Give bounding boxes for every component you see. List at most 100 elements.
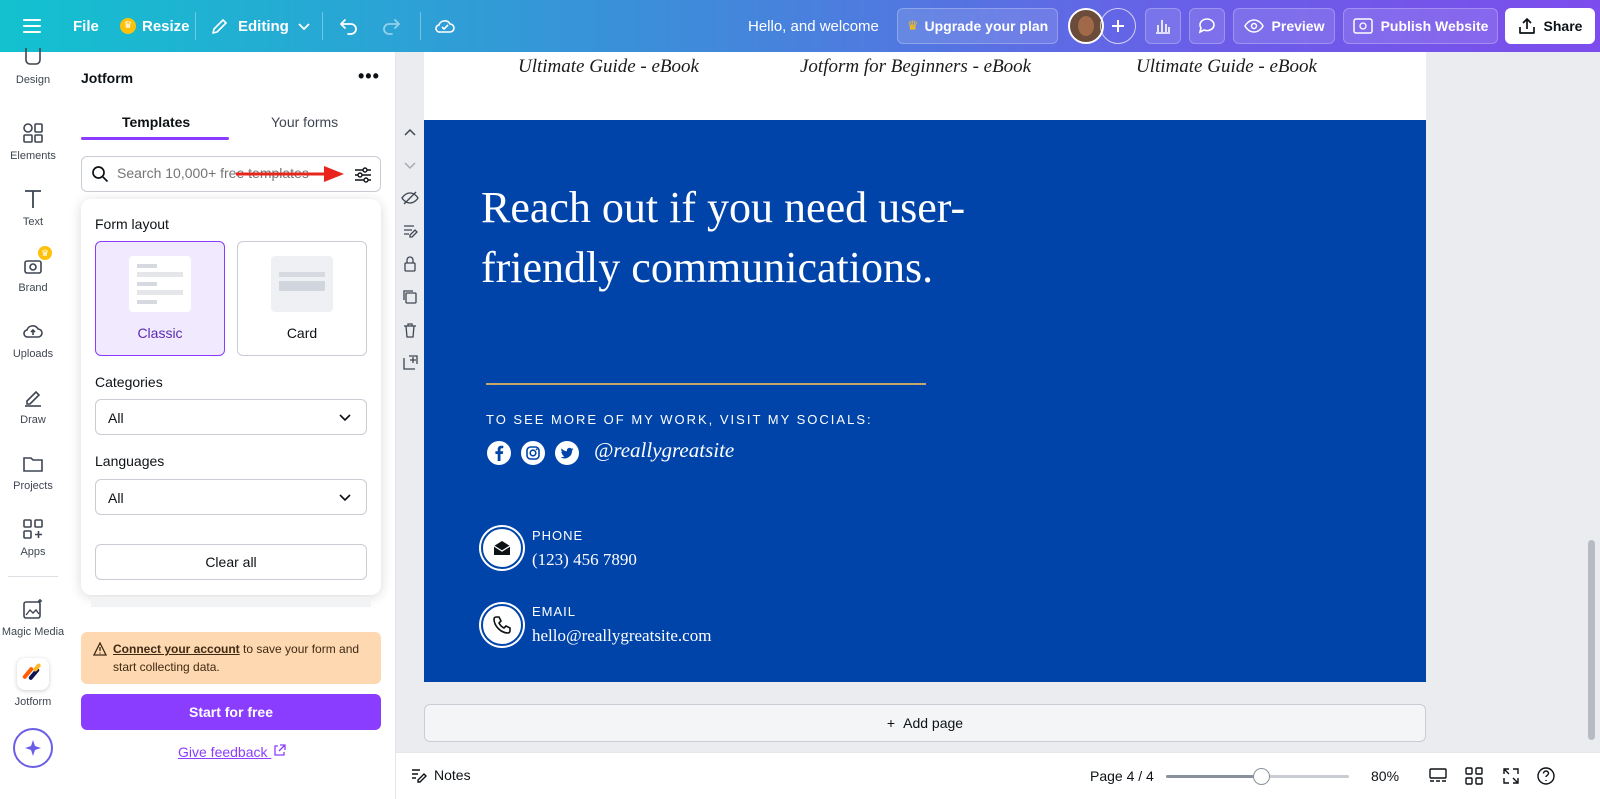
more-options-icon[interactable]: ••• xyxy=(358,66,380,87)
rail-label: Jotform xyxy=(14,696,52,708)
rail-item-projects[interactable]: Projects xyxy=(0,452,66,492)
email-value[interactable]: hello@reallygreatsite.com xyxy=(532,626,711,646)
phone-value[interactable]: (123) 456 7890 xyxy=(532,550,637,570)
cloud-sync-icon[interactable] xyxy=(434,0,456,52)
file-label: File xyxy=(73,17,99,35)
trash-icon[interactable] xyxy=(401,321,419,339)
layout-option-card[interactable]: Card xyxy=(237,241,367,356)
rail-item-design[interactable]: Design xyxy=(0,48,66,86)
rail-label: Design xyxy=(15,74,51,86)
canvas-scrollbar-thumb[interactable] xyxy=(1588,540,1595,740)
zoom-slider-thumb[interactable] xyxy=(1253,768,1270,785)
file-menu[interactable]: File xyxy=(73,0,99,52)
rail-item-jotform[interactable]: Jotform xyxy=(0,658,66,708)
rail-item-draw[interactable]: Draw xyxy=(0,386,66,426)
give-feedback-link[interactable]: Give feedback xyxy=(178,744,287,760)
rail-item-brand[interactable]: ♛ Brand xyxy=(0,246,66,294)
add-page-icon[interactable] xyxy=(401,354,419,372)
page-3-bottom[interactable]: Ultimate Guide - eBook Jotform for Begin… xyxy=(424,52,1426,120)
clear-all-button[interactable]: Clear all xyxy=(95,544,367,580)
connect-account-link[interactable]: Connect your account xyxy=(113,642,240,656)
insights-button[interactable] xyxy=(1145,8,1181,44)
rail-item-magic-media[interactable]: Magic Media xyxy=(0,598,66,638)
envelope-icon[interactable] xyxy=(481,527,523,569)
design-icon xyxy=(25,48,41,65)
divider-line[interactable] xyxy=(486,383,926,385)
tab-templates[interactable]: Templates xyxy=(122,114,190,130)
rail-label: Magic Media xyxy=(1,626,65,638)
bottom-bar: Notes Page 4 / 4 80% xyxy=(396,752,1600,799)
hide-icon[interactable] xyxy=(401,189,419,207)
layout-option-classic[interactable]: Classic xyxy=(95,241,225,356)
publish-website-button[interactable]: Publish Website xyxy=(1343,8,1498,44)
avatar[interactable] xyxy=(1068,8,1104,44)
notes-button[interactable]: Notes xyxy=(410,766,471,784)
tab-your-forms[interactable]: Your forms xyxy=(271,114,338,130)
sparkle-icon xyxy=(25,740,41,756)
panel-title: Jotform xyxy=(81,70,134,86)
socials-caption[interactable]: TO SEE MORE OF MY WORK, VISIT MY SOCIALS… xyxy=(486,412,873,427)
twitter-icon[interactable] xyxy=(554,440,580,466)
search-icon xyxy=(92,166,109,183)
page-4-canvas[interactable]: Reach out if you need user-friendly comm… xyxy=(424,120,1426,682)
filters-popover: Form layout Classic Card Categories All … xyxy=(81,199,381,595)
page-indicator[interactable]: Page 4 / 4 xyxy=(1090,768,1154,784)
preview-button[interactable]: Preview xyxy=(1233,8,1335,44)
phone-label[interactable]: PHONE xyxy=(532,528,583,543)
add-collaborator-button[interactable] xyxy=(1100,8,1136,44)
phone-icon[interactable] xyxy=(481,604,523,646)
duplicate-icon[interactable] xyxy=(401,288,419,306)
add-notes-icon[interactable] xyxy=(401,222,419,240)
notes-label: Notes xyxy=(434,767,471,783)
start-for-free-button[interactable]: Start for free xyxy=(81,694,381,730)
chevron-up-icon[interactable] xyxy=(401,124,419,142)
upgrade-plan-button[interactable]: ♛ Upgrade your plan xyxy=(897,8,1058,44)
grid-view-icon[interactable] xyxy=(1464,766,1484,786)
share-button[interactable]: Share xyxy=(1505,8,1595,44)
fullscreen-icon[interactable] xyxy=(1501,766,1521,786)
active-tab-indicator xyxy=(81,137,229,140)
filter-sliders-icon[interactable] xyxy=(353,165,373,185)
redo-icon[interactable] xyxy=(380,0,402,52)
eye-icon xyxy=(1243,19,1264,33)
instagram-icon[interactable] xyxy=(520,440,546,466)
zoom-slider[interactable] xyxy=(1166,768,1349,785)
website-icon xyxy=(1352,18,1373,34)
editing-dropdown[interactable]: Editing xyxy=(210,0,311,52)
top-toolbar: File ♛ Resize Editing Hello, and welcome… xyxy=(0,0,1600,52)
template-list-peek xyxy=(91,597,371,607)
headline-text[interactable]: Reach out if you need user-friendly comm… xyxy=(481,178,1001,298)
pencil-icon xyxy=(212,19,227,34)
menu-icon[interactable] xyxy=(22,0,42,52)
magic-assistant-button[interactable] xyxy=(13,728,53,768)
languages-select[interactable]: All xyxy=(95,479,367,515)
help-icon[interactable] xyxy=(1536,766,1556,786)
rail-item-text[interactable]: Text xyxy=(0,188,66,228)
lock-icon[interactable] xyxy=(401,255,419,273)
email-label[interactable]: EMAIL xyxy=(532,604,576,619)
editing-label: Editing xyxy=(238,17,289,35)
rail-label: Apps xyxy=(20,546,46,558)
warning-text: Connect your account to save your form a… xyxy=(113,640,373,676)
rail-item-elements[interactable]: Elements xyxy=(0,122,66,162)
categories-select[interactable]: All xyxy=(95,399,367,435)
jotform-icon xyxy=(17,658,49,690)
pages-view-icon[interactable] xyxy=(1428,766,1448,786)
zoom-value[interactable]: 80% xyxy=(1371,768,1399,784)
comment-icon xyxy=(1198,18,1215,34)
ebook-caption: Ultimate Guide - eBook xyxy=(518,56,699,77)
external-link-icon xyxy=(274,744,287,756)
undo-icon[interactable] xyxy=(338,0,360,52)
comments-button[interactable] xyxy=(1189,8,1225,44)
chevron-down-icon xyxy=(339,414,351,422)
rail-item-uploads[interactable]: Uploads xyxy=(0,320,66,360)
resize-button[interactable]: ♛ Resize xyxy=(120,0,190,52)
upload-cloud-icon xyxy=(23,325,43,338)
social-handle[interactable]: @reallygreatsite xyxy=(594,438,734,463)
add-page-button[interactable]: + Add page xyxy=(424,704,1426,742)
apps-icon xyxy=(23,519,43,539)
rail-item-apps[interactable]: Apps xyxy=(0,518,66,558)
facebook-icon[interactable] xyxy=(486,440,512,466)
chevron-down-icon[interactable] xyxy=(401,156,419,174)
welcome-text: Hello, and welcome xyxy=(748,0,879,52)
